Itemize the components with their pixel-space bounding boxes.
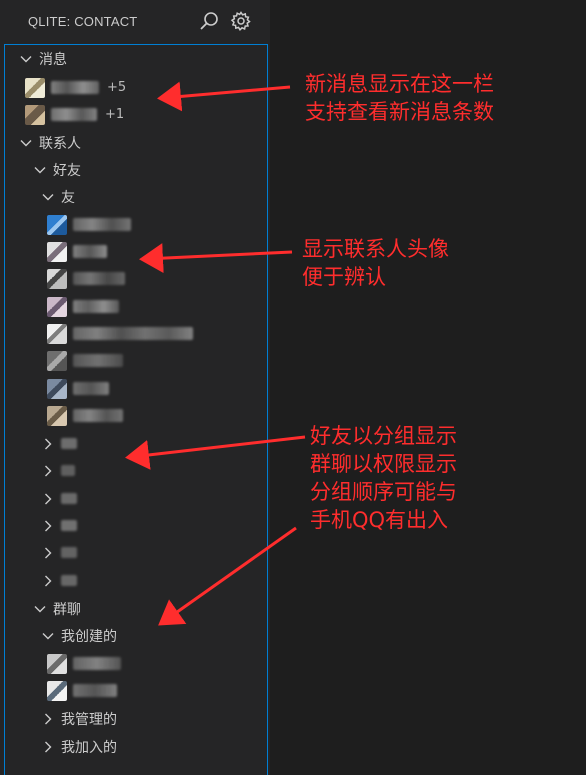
chevron-right-icon bbox=[41, 546, 55, 560]
tree-label-contacts: 联系人 bbox=[39, 135, 81, 152]
avatar bbox=[47, 378, 67, 399]
annotation-line: 新消息显示在这一栏 bbox=[305, 72, 494, 96]
tree-item-group-chats[interactable]: 群聊 bbox=[5, 595, 295, 622]
contact-name-redacted bbox=[51, 81, 99, 94]
group-name-redacted bbox=[61, 520, 77, 531]
contact-name-redacted bbox=[73, 327, 193, 340]
annotation-line: 便于辨认 bbox=[302, 265, 386, 289]
tree-item-collapsed-group[interactable] bbox=[5, 457, 303, 484]
search-icon[interactable] bbox=[198, 10, 220, 32]
avatar bbox=[47, 268, 67, 289]
avatar bbox=[47, 241, 67, 262]
chevron-right-icon bbox=[41, 519, 55, 533]
group-name-redacted bbox=[61, 438, 77, 449]
chevron-right-icon bbox=[41, 464, 55, 478]
tree-label-created-groups: 我创建的 bbox=[61, 628, 117, 645]
chevron-right-icon bbox=[41, 437, 55, 451]
tree-item-collapsed-group[interactable] bbox=[5, 539, 303, 566]
chevron-down-icon bbox=[19, 136, 33, 150]
annotation-line: 显示联系人头像 bbox=[302, 237, 449, 261]
tree-item-managed-groups[interactable]: 我管理的 bbox=[5, 705, 303, 732]
avatar bbox=[47, 653, 67, 674]
avatar bbox=[47, 405, 67, 426]
group-name-redacted bbox=[61, 493, 77, 504]
contact-item[interactable] bbox=[5, 320, 309, 347]
tree-item-collapsed-group[interactable] bbox=[5, 512, 303, 539]
tree-label-group-chats: 群聊 bbox=[53, 601, 81, 618]
contact-name-redacted bbox=[73, 382, 109, 395]
tree-label-friend-group: 友 bbox=[61, 189, 75, 206]
contact-name-redacted bbox=[51, 108, 97, 121]
message-item[interactable]: +5 bbox=[5, 74, 287, 101]
contact-item[interactable] bbox=[5, 238, 309, 265]
contact-name-redacted bbox=[73, 354, 123, 367]
contact-item[interactable] bbox=[5, 347, 309, 374]
tree-label-managed-groups: 我管理的 bbox=[61, 711, 117, 728]
tree-label-friends: 好友 bbox=[53, 162, 81, 179]
group-chat-item[interactable] bbox=[5, 650, 309, 677]
annotation-line: 群聊以权限显示 bbox=[310, 452, 457, 476]
unread-count: +1 bbox=[105, 107, 125, 122]
annotation-avatars: 显示联系人头像 便于辨认 bbox=[302, 235, 449, 291]
tree-item-friends[interactable]: 好友 bbox=[5, 156, 295, 183]
annotation-line: 好友以分组显示 bbox=[310, 424, 457, 448]
tree-label-joined-groups: 我加入的 bbox=[61, 739, 117, 756]
group-name-redacted bbox=[61, 465, 75, 476]
chevron-down-icon bbox=[41, 629, 55, 643]
gear-icon[interactable] bbox=[230, 10, 252, 32]
chevron-down-icon bbox=[19, 52, 33, 66]
contact-name-redacted bbox=[73, 300, 119, 313]
contact-item[interactable] bbox=[5, 293, 309, 320]
tree-item-created-groups[interactable]: 我创建的 bbox=[5, 622, 303, 649]
group-name-redacted bbox=[61, 575, 77, 586]
chevron-right-icon bbox=[41, 492, 55, 506]
tree-item-collapsed-group[interactable] bbox=[5, 430, 303, 457]
group-chat-item[interactable] bbox=[5, 677, 309, 704]
tree-label-messages: 消息 bbox=[39, 51, 67, 68]
group-name-redacted bbox=[61, 547, 77, 558]
tree-item-contacts[interactable]: 联系人 bbox=[5, 129, 281, 156]
chevron-down-icon bbox=[33, 602, 47, 616]
avatar bbox=[47, 680, 67, 701]
tree-item-joined-groups[interactable]: 我加入的 bbox=[5, 733, 303, 760]
annotation-line: 分组顺序可能与 bbox=[310, 480, 457, 504]
contact-name-redacted bbox=[73, 245, 107, 258]
annotation-line: 手机QQ有出入 bbox=[310, 508, 449, 532]
annotation-messages: 新消息显示在这一栏 支持查看新消息条数 bbox=[305, 70, 494, 126]
tree-item-messages[interactable]: 消息 bbox=[5, 45, 281, 72]
contact-item[interactable] bbox=[5, 375, 309, 402]
tree-item-collapsed-group[interactable] bbox=[5, 485, 303, 512]
contact-item[interactable] bbox=[5, 402, 309, 429]
chevron-down-icon bbox=[33, 163, 47, 177]
contact-item[interactable] bbox=[5, 265, 309, 292]
contact-tree: 消息 +5 +1 联系人 好友 友 群聊 我创建的 我管理的 我加入的 bbox=[4, 44, 268, 775]
avatar bbox=[47, 350, 67, 371]
panel-header: QLITE: CONTACT bbox=[0, 0, 270, 44]
annotation-line: 支持查看新消息条数 bbox=[305, 100, 494, 124]
panel-title: QLITE: CONTACT bbox=[28, 14, 138, 29]
unread-count: +5 bbox=[107, 80, 127, 95]
message-item[interactable]: +1 bbox=[5, 101, 287, 128]
group-name-redacted bbox=[73, 684, 117, 697]
chevron-right-icon bbox=[41, 740, 55, 754]
contact-name-redacted bbox=[73, 272, 125, 285]
tree-item-friend-group[interactable]: 友 bbox=[5, 183, 303, 210]
avatar bbox=[47, 323, 67, 344]
contact-name-redacted bbox=[73, 218, 131, 231]
chevron-down-icon bbox=[41, 190, 55, 204]
contact-name-redacted bbox=[73, 409, 123, 422]
annotation-grouping: 好友以分组显示 群聊以权限显示 分组顺序可能与 手机QQ有出入 bbox=[310, 422, 457, 534]
contact-item[interactable] bbox=[5, 211, 309, 238]
chevron-right-icon bbox=[41, 712, 55, 726]
avatar bbox=[25, 104, 45, 125]
avatar bbox=[25, 77, 45, 98]
chevron-right-icon bbox=[41, 574, 55, 588]
avatar bbox=[47, 214, 67, 235]
avatar bbox=[47, 296, 67, 317]
tree-item-collapsed-group[interactable] bbox=[5, 567, 303, 594]
contact-panel: QLITE: CONTACT 消息 +5 +1 联系人 好友 友 群聊 我创建的… bbox=[0, 0, 270, 775]
group-name-redacted bbox=[73, 657, 121, 670]
